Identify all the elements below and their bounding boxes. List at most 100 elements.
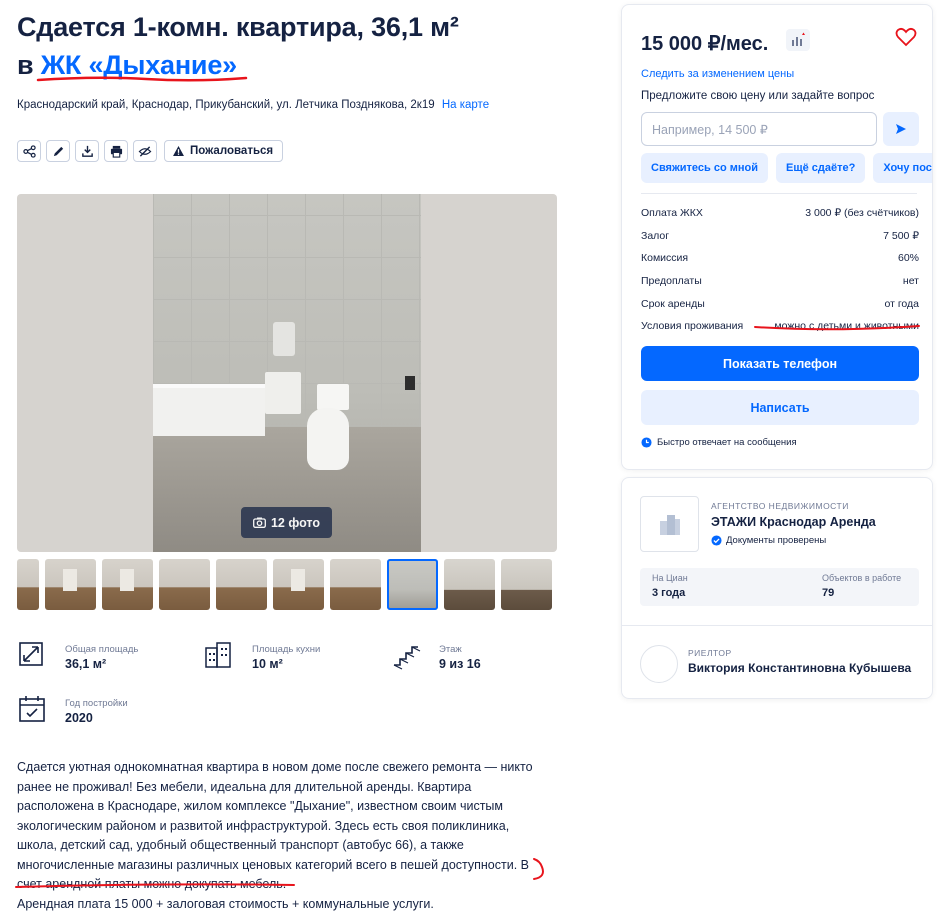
agency-stats: На Циан 3 года Объектов в работе 79 xyxy=(640,568,919,606)
complain-button[interactable]: Пожаловаться xyxy=(164,140,284,162)
agency-name[interactable]: ЭТАЖИ Краснодар Аренда xyxy=(711,515,876,529)
verified-check-icon xyxy=(711,535,722,546)
term-value: нет xyxy=(902,275,919,288)
fact-value: 36,1 м² xyxy=(65,657,107,671)
print-button[interactable] xyxy=(104,140,128,162)
term-label: Оплата ЖКХ xyxy=(641,207,703,220)
chip-want-to-view[interactable]: Хочу посмотреть xyxy=(873,153,932,183)
realtor-kind: РИЕЛТОР xyxy=(688,648,732,658)
term-value: 3 000 ₽ (без счётчиков) xyxy=(805,207,919,220)
fact-value: 9 из 16 xyxy=(439,657,481,671)
thumbnail[interactable] xyxy=(45,559,96,610)
agency-kind: АГЕНТСТВО НЕДВИЖИМОСТИ xyxy=(711,501,849,511)
share-button[interactable] xyxy=(17,140,41,162)
show-phone-button[interactable]: Показать телефон xyxy=(641,346,919,381)
term-row: Залог 7 500 ₽ xyxy=(641,225,919,248)
fact-kitchen-area: Площадь кухни 10 м² xyxy=(204,640,384,680)
term-label: Срок аренды xyxy=(641,297,705,310)
title-line-1: Сдается 1-комн. квартира, 36,1 м² xyxy=(17,12,459,42)
term-label: Предоплаты xyxy=(641,275,702,288)
price-chart-icon xyxy=(792,32,805,46)
realtor-name[interactable]: Виктория Константиновна Кубышева xyxy=(688,661,911,675)
share-icon xyxy=(22,144,36,158)
term-value: 60% xyxy=(897,252,919,265)
address: Краснодарский край, Краснодар, Прикубанс… xyxy=(17,99,489,111)
thumbnail[interactable] xyxy=(444,559,495,610)
thumbnail[interactable] xyxy=(159,559,210,610)
action-toolbar: Пожаловаться xyxy=(17,140,284,162)
warning-icon xyxy=(173,146,184,156)
stairs-icon xyxy=(393,646,421,670)
stat-value: 79 xyxy=(822,587,835,599)
main-photo[interactable] xyxy=(17,194,557,552)
stat-label: На Циан xyxy=(652,573,688,583)
fact-floor: Этаж 9 из 16 xyxy=(391,640,571,680)
map-link[interactable]: На карте xyxy=(442,99,489,111)
photo-count-button[interactable]: 12 фото xyxy=(241,507,332,538)
term-row: Оплата ЖКХ 3 000 ₽ (без счётчиков) xyxy=(641,202,919,225)
agency-logo[interactable] xyxy=(640,496,699,552)
fact-label: Площадь кухни xyxy=(252,644,321,655)
track-price-link[interactable]: Следить за изменением цены xyxy=(641,68,794,80)
chip-contact-me[interactable]: Свяжитесь со мной xyxy=(641,153,768,183)
write-message-button[interactable]: Написать xyxy=(641,390,919,425)
verified-text: Документы проверены xyxy=(726,535,827,546)
term-row: Условия проживания можно с детьми и живот… xyxy=(641,315,919,338)
edit-icon xyxy=(53,146,63,156)
favorite-heart-icon[interactable] xyxy=(895,27,917,47)
calendar-icon xyxy=(19,696,45,722)
term-value: от года xyxy=(884,297,919,310)
thumbnail[interactable] xyxy=(330,559,381,610)
term-value: 7 500 ₽ xyxy=(883,229,919,242)
send-offer-button[interactable] xyxy=(883,112,919,146)
term-label: Условия проживания xyxy=(641,320,744,333)
term-row: Предоплаты нет xyxy=(641,270,919,293)
complex-link[interactable]: ЖК «Дыхание» xyxy=(41,50,237,80)
clock-icon xyxy=(641,437,652,448)
title-prefix: в xyxy=(17,50,41,80)
fast-reply-text: Быстро отвечает на сообщения xyxy=(657,437,797,448)
download-icon xyxy=(81,145,93,157)
stat-on-cian: На Циан 3 года xyxy=(652,573,688,599)
toilet xyxy=(307,408,349,470)
thumbnail[interactable] xyxy=(17,559,39,610)
fact-total-area: Общая площадь 36,1 м² xyxy=(17,640,197,680)
thumbnail[interactable] xyxy=(102,559,153,610)
thumbnail[interactable] xyxy=(501,559,552,610)
thumbnail[interactable] xyxy=(216,559,267,610)
description: Сдается уютная однокомнатная квартира в … xyxy=(17,758,547,914)
stat-label: Объектов в работе xyxy=(822,573,902,583)
price-offer-input[interactable]: Например, 14 500 ₽ xyxy=(641,112,877,146)
bathroom-photo xyxy=(153,194,421,552)
hide-icon xyxy=(138,145,152,157)
stat-value: 3 года xyxy=(652,587,686,599)
fact-value: 2020 xyxy=(65,711,93,725)
hide-button[interactable] xyxy=(133,140,157,162)
chip-still-renting[interactable]: Ещё сдаёте? xyxy=(776,153,866,183)
edit-button[interactable] xyxy=(46,140,70,162)
photo-count-label: 12 фото xyxy=(270,515,321,530)
offer-card: 15 000 ₽/мес. Следить за изменением цены… xyxy=(621,4,933,470)
sink-cabinet xyxy=(265,372,301,414)
send-icon xyxy=(896,124,906,134)
print-icon xyxy=(110,145,122,158)
bathtub xyxy=(153,384,265,436)
thumbnail-selected[interactable] xyxy=(387,559,438,610)
term-value: можно с детьми и животными xyxy=(774,320,919,333)
agency-card: АГЕНТСТВО НЕДВИЖИМОСТИ ЭТАЖИ Краснодар А… xyxy=(621,477,933,699)
offer-text: Предложите свою цену или задайте вопрос xyxy=(641,90,875,102)
term-row: Срок аренды от года xyxy=(641,292,919,315)
description-price-note: Арендная плата 15 000 + залоговая стоимо… xyxy=(17,896,434,911)
realtor-avatar[interactable] xyxy=(640,645,678,683)
address-text: Краснодарский край, Краснодар, Прикубанс… xyxy=(17,99,435,111)
complain-label: Пожаловаться xyxy=(190,145,274,157)
documents-verified: Документы проверены xyxy=(711,535,826,546)
fact-label: Год постройки xyxy=(65,698,128,709)
stat-objects: Объектов в работе 79 xyxy=(822,573,901,599)
price-history-button[interactable] xyxy=(786,29,810,51)
fast-reply-note: Быстро отвечает на сообщения xyxy=(641,437,797,448)
area-icon xyxy=(19,642,43,666)
thumbnail[interactable] xyxy=(273,559,324,610)
fact-label: Общая площадь xyxy=(65,644,139,655)
download-button[interactable] xyxy=(75,140,99,162)
